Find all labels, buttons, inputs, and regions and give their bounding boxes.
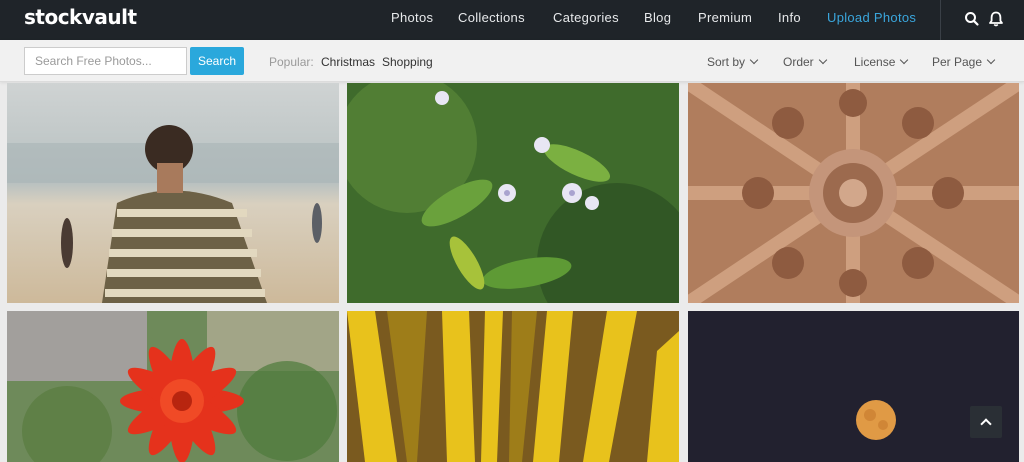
nav-upload-photos[interactable]: Upload Photos (827, 10, 916, 25)
nav-categories[interactable]: Categories (553, 10, 619, 25)
search-button[interactable]: Search (190, 47, 244, 75)
order-label: Order (783, 55, 814, 69)
nav-blog[interactable]: Blog (644, 10, 671, 25)
chevron-up-icon (980, 418, 992, 430)
popular-label: Popular: (269, 55, 314, 69)
nav-info[interactable]: Info (778, 10, 801, 25)
nav-photos[interactable]: Photos (391, 10, 433, 25)
license-label: License (854, 55, 896, 69)
bell-icon[interactable] (987, 10, 1005, 28)
nav-premium[interactable]: Premium (698, 10, 752, 25)
sort-by-dropdown[interactable]: Sort by (707, 55, 759, 69)
popular-tag-shopping[interactable]: Shopping (382, 55, 433, 69)
top-navbar: stockvault Photos Collections Categories… (0, 0, 1024, 40)
photo-red-gerbera[interactable] (7, 311, 339, 462)
chevron-down-icon (818, 55, 827, 65)
search-input[interactable] (24, 47, 187, 75)
filter-bar: Search Popular: Christmas Shopping Sort … (0, 40, 1024, 82)
per-page-dropdown[interactable]: Per Page (932, 55, 996, 69)
photo-yellow-palm-leaves[interactable] (347, 311, 679, 462)
popular-tag-christmas[interactable]: Christmas (321, 55, 375, 69)
chevron-down-icon (986, 55, 996, 65)
order-dropdown[interactable]: Order (783, 55, 827, 69)
back-to-top-button[interactable] (970, 406, 1002, 438)
per-page-label: Per Page (932, 55, 983, 69)
nav-collections[interactable]: Collections (458, 10, 525, 25)
site-logo[interactable]: stockvault (24, 5, 137, 29)
photo-man-on-beach[interactable] (7, 83, 339, 303)
license-dropdown[interactable]: License (854, 55, 909, 69)
search-icon[interactable] (963, 10, 981, 28)
photo-full-moon[interactable] (688, 311, 1019, 462)
chevron-down-icon (900, 55, 909, 65)
photo-carved-stone-wheel[interactable] (688, 83, 1019, 303)
sort-by-label: Sort by (707, 55, 746, 69)
photo-white-flowers[interactable] (347, 83, 679, 303)
chevron-down-icon (749, 55, 759, 65)
nav-divider (940, 0, 941, 40)
